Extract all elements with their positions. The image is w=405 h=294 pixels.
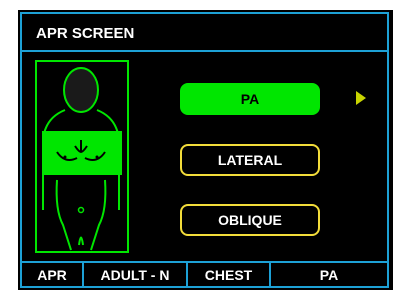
- next-arrow-icon[interactable]: [355, 90, 367, 106]
- main-area: PA LATERAL OBLIQUE: [20, 52, 389, 261]
- title-bar: APR SCREEN: [20, 12, 389, 52]
- projection-pa-button[interactable]: PA: [180, 83, 320, 115]
- apr-screen: APR SCREEN PA LATERAL OBLIQUE APR ADULT …: [18, 10, 393, 290]
- screen-title: APR SCREEN: [36, 25, 135, 42]
- status-region: CHEST: [188, 263, 271, 286]
- status-patient: ADULT - N: [84, 263, 188, 286]
- projection-oblique-button[interactable]: OBLIQUE: [180, 204, 320, 236]
- projection-lateral-button[interactable]: LATERAL: [180, 144, 320, 176]
- body-diagram-icon[interactable]: [35, 60, 135, 255]
- status-projection: PA: [319, 266, 339, 283]
- status-mode: APR: [22, 263, 84, 286]
- status-bar: APR ADULT - N CHEST PA: [20, 261, 389, 288]
